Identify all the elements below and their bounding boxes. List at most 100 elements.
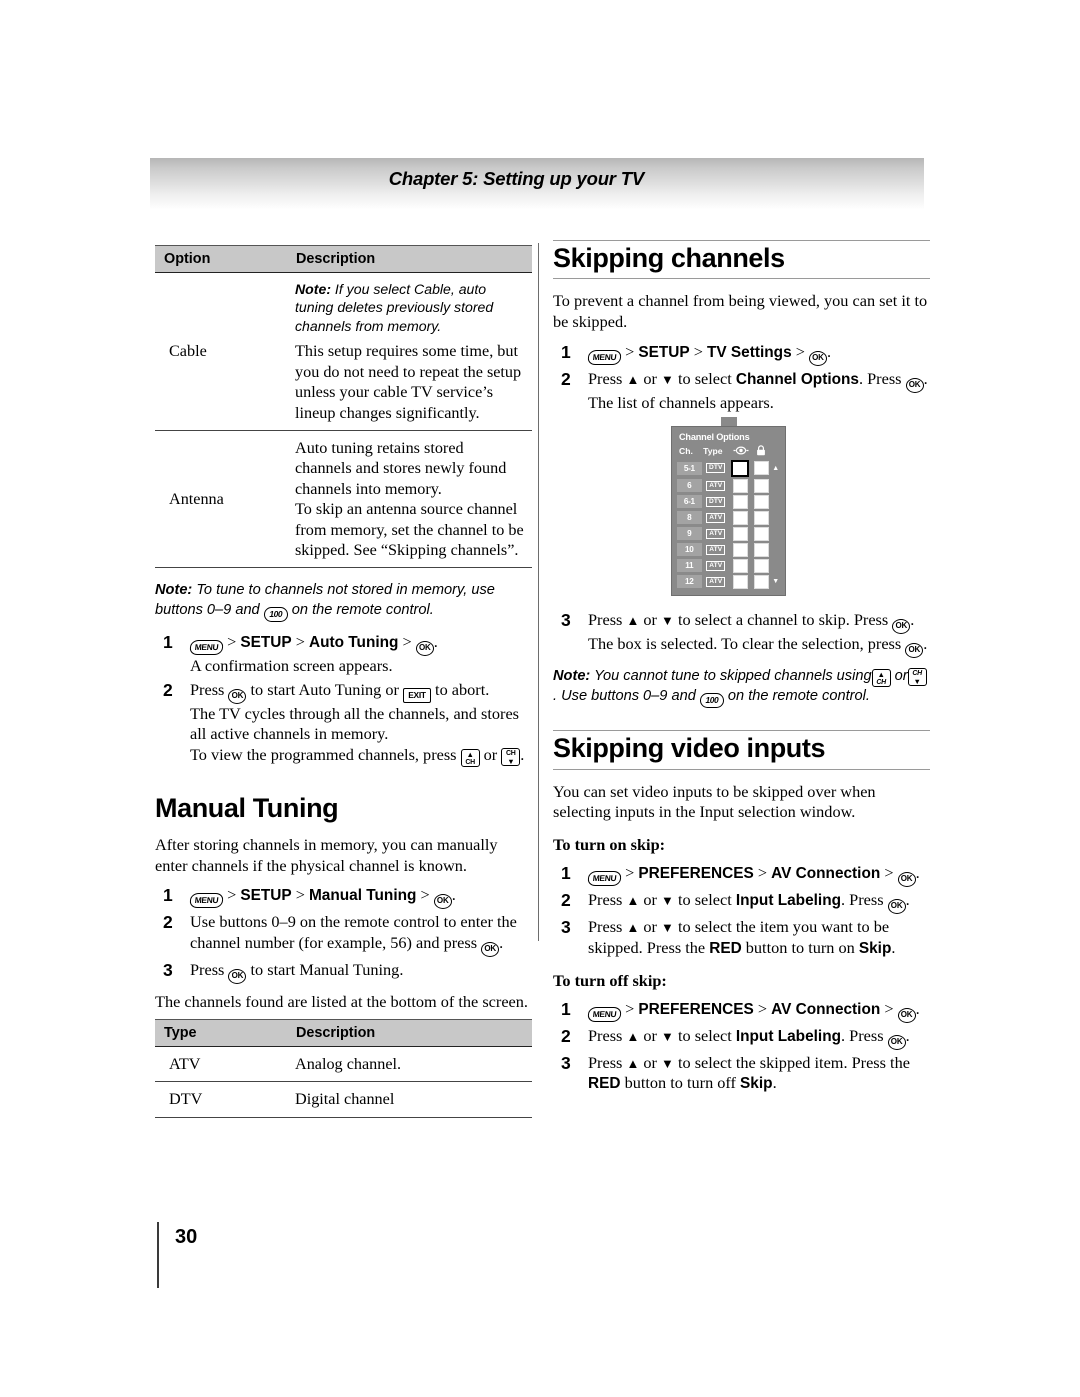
red-button-label: RED <box>709 940 742 957</box>
osd-skip-checkbox[interactable] <box>732 478 748 493</box>
down-arrow-icon: ▼ <box>661 612 674 628</box>
step-text: Press <box>190 960 229 980</box>
osd-lock-checkbox[interactable] <box>753 510 769 525</box>
options-table: Option Description Cable Note: If you se… <box>155 245 532 569</box>
osd-lock-checkbox[interactable] <box>753 574 769 589</box>
section-heading-skipping-video-inputs: Skipping video inputs <box>553 733 826 764</box>
osd-channel: 11 <box>677 559 702 573</box>
step-number: 3 <box>561 609 571 630</box>
osd-skip-cell[interactable] <box>730 510 751 525</box>
osd-skip-cell[interactable] <box>730 526 751 541</box>
step-text: or <box>639 609 662 629</box>
osd-skip-checkbox[interactable] <box>732 526 748 541</box>
skipping-channels-heading-block: Skipping channels <box>553 240 930 280</box>
osd-skip-checkbox[interactable] <box>732 542 748 557</box>
osd-skip-checkbox[interactable] <box>732 510 748 525</box>
osd-lock-checkbox[interactable] <box>753 461 769 476</box>
osd-lock-cell[interactable] <box>751 574 772 589</box>
step-number: 1 <box>163 885 173 906</box>
step-text: button to turn off <box>620 1073 741 1093</box>
osd-col-ch: Ch. <box>679 446 693 457</box>
step-item: 1 MENU > SETUP > Auto Tuning > OK. A con… <box>155 632 532 677</box>
menu-path-av-connection: AV Connection <box>771 1000 881 1018</box>
table-row: Antenna Auto tuning retains stored chann… <box>155 430 532 569</box>
step-item: 1 MENU > PREFERENCES > AV Connection > O… <box>553 999 930 1023</box>
osd-row: 12 ATV ▼ <box>677 574 780 589</box>
step-number: 3 <box>561 917 571 938</box>
up-arrow-glyph: ▲ <box>466 750 474 760</box>
osd-lock-checkbox[interactable] <box>753 526 769 541</box>
manual-tuning-section: Manual Tuning After storing channels in … <box>155 791 532 1013</box>
osd-type: ATV <box>702 480 730 491</box>
osd-lock-checkbox[interactable] <box>753 558 769 573</box>
sep: > <box>291 885 309 905</box>
osd-lock-cell[interactable] <box>751 510 772 525</box>
osd-lock-checkbox[interactable] <box>753 478 769 493</box>
hundred-key-icon: 100 <box>699 693 724 709</box>
red-button-label: RED <box>588 1075 621 1093</box>
osd-lock-cell[interactable] <box>751 526 772 541</box>
cable-note: Note: If you select Cable, auto tuning d… <box>295 280 524 335</box>
osd-skip-cell[interactable] <box>730 542 751 557</box>
osd-channel: 6 <box>677 479 702 493</box>
sep: > <box>689 342 707 362</box>
osd-type-badge: ATV <box>706 528 726 539</box>
osd-skip-cell[interactable] <box>730 459 751 477</box>
tail: . <box>905 890 910 910</box>
osd-lock-cell[interactable] <box>751 461 772 476</box>
menu-key-icon: MENU <box>189 893 224 909</box>
osd-skip-cell[interactable] <box>730 574 751 589</box>
osd-skip-cell[interactable] <box>730 494 751 509</box>
osd-type: ATV <box>702 576 730 587</box>
ok-key-icon: OK <box>228 969 247 985</box>
substep-text: . <box>520 744 525 764</box>
table-header-row: Option Description <box>155 245 532 273</box>
osd-row: 8 ATV <box>677 510 780 525</box>
step-number: 2 <box>561 890 571 911</box>
table-row: DTV Digital channel <box>155 1081 532 1118</box>
osd-lock-cell[interactable] <box>751 494 772 509</box>
option-description: Auto tuning retains stored channels and … <box>287 430 532 569</box>
osd-lock-cell[interactable] <box>751 558 772 573</box>
ok-key-icon: OK <box>887 899 906 915</box>
step-substep: A confirmation screen appears. <box>190 655 393 675</box>
table-row: Cable Note: If you select Cable, auto tu… <box>155 272 532 431</box>
osd-channel: 8 <box>677 511 702 525</box>
osd-lock-checkbox[interactable] <box>753 494 769 509</box>
step-item: 3 Press ▲ or ▼ to select the skipped ite… <box>553 1053 930 1094</box>
osd-skip-checkbox[interactable] <box>732 574 748 589</box>
osd-skip-checkbox-selected[interactable] <box>731 459 750 477</box>
note-text: You cannot tune to skipped channels usin… <box>590 667 872 684</box>
osd-channel: 10 <box>677 543 702 557</box>
osd-type-badge: ATV <box>706 576 726 587</box>
ok-key-icon: OK <box>905 378 924 394</box>
osd-scroll-up-arrow[interactable]: ▲ <box>771 465 780 472</box>
osd-lock-cell[interactable] <box>751 478 772 493</box>
step-text: Press <box>588 890 627 910</box>
channel-options-osd-graphic: Channel Options Ch. Type 5-1 DTV ▲ 6 ATV… <box>671 416 786 596</box>
osd-scroll-down-arrow[interactable]: ▼ <box>771 578 780 585</box>
tail: . <box>499 933 504 953</box>
antenna-body: Auto tuning retains stored channels and … <box>295 438 524 560</box>
osd-row: 11 ATV <box>677 558 780 573</box>
osd-skip-checkbox[interactable] <box>732 558 748 573</box>
ok-key-icon: OK <box>228 688 247 704</box>
menu-path-input-labeling: Input Labeling <box>735 1027 842 1045</box>
sep: > <box>398 631 416 651</box>
sep: > <box>753 863 772 883</box>
osd-lock-cell[interactable] <box>751 542 772 557</box>
step-text: Press <box>588 917 627 937</box>
osd-channel: 9 <box>677 527 702 541</box>
step-item: 2 Press ▲ or ▼ to select Channel Options… <box>553 369 930 414</box>
step-substep: The box is selected. To clear the select… <box>588 634 930 658</box>
osd-type: ATV <box>702 560 730 571</box>
down-arrow-glyph: ▼ <box>507 756 515 766</box>
step-text: . Press <box>841 890 888 910</box>
step-number: 1 <box>561 998 571 1019</box>
osd-skip-cell[interactable] <box>730 558 751 573</box>
menu-key-icon: MENU <box>587 350 622 366</box>
osd-lock-checkbox[interactable] <box>753 542 769 557</box>
osd-skip-checkbox[interactable] <box>732 494 748 509</box>
up-arrow-icon: ▲ <box>626 1055 640 1071</box>
osd-skip-cell[interactable] <box>730 478 751 493</box>
